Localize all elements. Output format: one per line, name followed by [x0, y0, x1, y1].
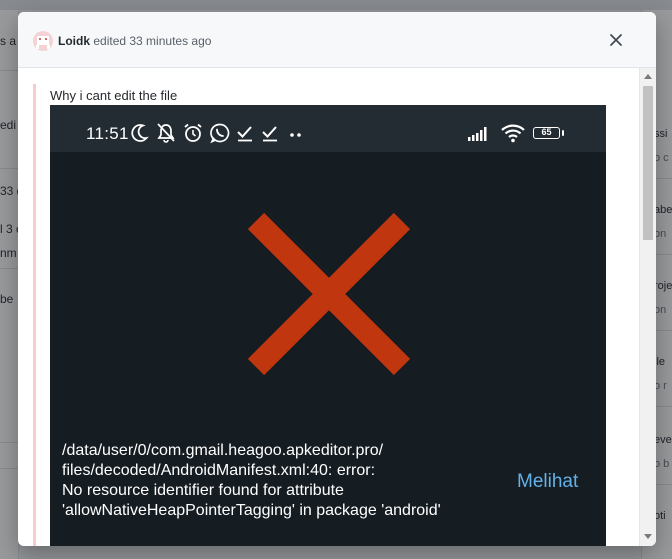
error-line: files/decoded/AndroidManifest.xml:40: er…	[62, 462, 376, 479]
scroll-up-arrow-icon[interactable]	[644, 74, 652, 79]
error-x-icon	[247, 212, 411, 376]
close-button[interactable]	[606, 30, 626, 50]
battery-cap	[562, 130, 564, 136]
error-line: 'allowNativeHeapPointerTagging' in packa…	[62, 502, 441, 519]
avatar	[33, 31, 53, 51]
wifi-icon	[501, 124, 525, 143]
scroll-down-arrow-icon[interactable]	[644, 534, 652, 539]
signal-icon	[468, 127, 487, 141]
edit-timestamp: edited 33 minutes ago	[93, 34, 212, 48]
dialog-header: Loidk edited 33 minutes ago	[18, 12, 656, 68]
battery-icon: 65	[533, 127, 560, 139]
scrollbar-thumb[interactable]	[643, 86, 653, 240]
view-button[interactable]: Melihat	[517, 471, 578, 493]
removed-content-marker	[33, 84, 36, 546]
edit-history-dialog: Loidk edited 33 minutes ago Why i cant e…	[18, 12, 656, 546]
dialog-scrollbar[interactable]	[639, 68, 656, 546]
author-name[interactable]: Loidk	[58, 34, 90, 48]
close-icon	[610, 34, 622, 46]
alarm-icon	[184, 123, 202, 142]
error-line: /data/user/0/com.gmail.heagoo.apkeditor.…	[62, 442, 384, 459]
dialog-body: Why i cant edit the file 11:51 65 /data/…	[18, 68, 624, 546]
check-icon	[262, 126, 277, 142]
comment-text: Why i cant edit the file	[50, 88, 178, 103]
moon-icon	[131, 124, 149, 142]
whatsapp-icon	[210, 123, 230, 144]
more-dots-icon	[290, 133, 301, 137]
error-message: /data/user/0/com.gmail.heagoo.apkeditor.…	[62, 441, 492, 521]
edit-info: Loidk edited 33 minutes ago	[58, 34, 211, 48]
attached-screenshot: 11:51 65 /data/user/0/com.gmail.heagoo.a…	[50, 105, 606, 546]
check-icon	[237, 126, 252, 142]
error-line: No resource identifier found for attribu…	[62, 482, 344, 499]
phone-clock: 11:51	[86, 124, 129, 143]
bell-off-icon	[157, 123, 175, 143]
phone-status-bar: 11:51 65	[50, 105, 606, 152]
